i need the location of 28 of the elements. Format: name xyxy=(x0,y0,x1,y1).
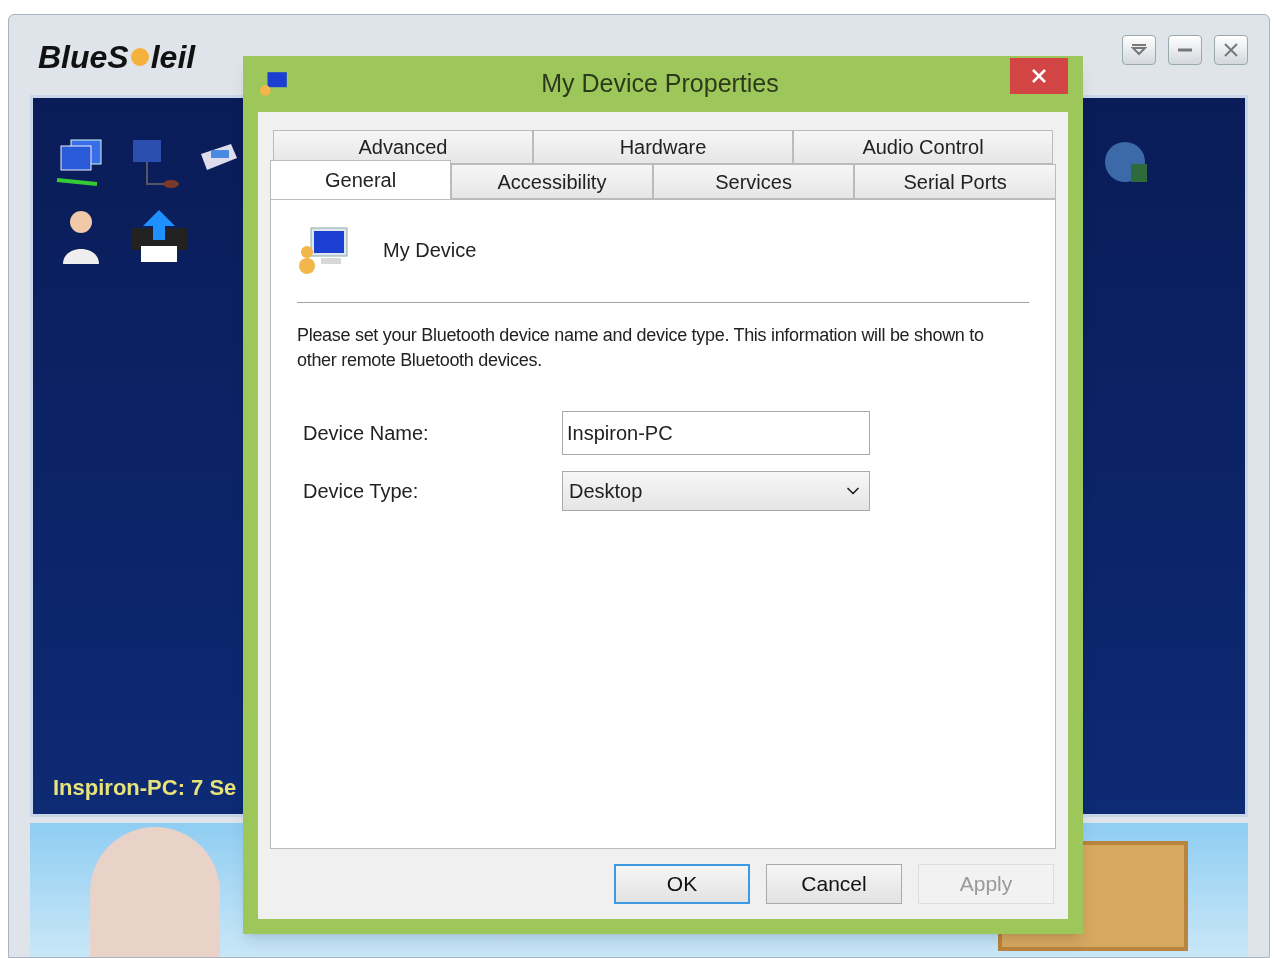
tab[interactable]: Services xyxy=(652,164,855,199)
tab[interactable]: Advanced xyxy=(273,130,533,164)
dropdown-button[interactable] xyxy=(1122,35,1156,65)
device-heading: My Device xyxy=(383,238,477,263)
dialog-button[interactable]: OK xyxy=(614,864,750,904)
tab[interactable]: Hardware xyxy=(533,130,793,164)
dropdown-icon xyxy=(1130,43,1148,57)
dialog-button[interactable]: Cancel xyxy=(766,864,902,904)
status-text: Inspiron-PC: 7 Se xyxy=(53,774,238,802)
close-button[interactable] xyxy=(1214,35,1248,65)
close-button[interactable] xyxy=(1010,58,1068,94)
dialog-title: My Device Properties xyxy=(541,68,779,100)
minimize-icon xyxy=(1176,48,1194,52)
logo-text: leil xyxy=(150,38,196,77)
minimize-button[interactable] xyxy=(1168,35,1202,65)
tab[interactable]: General xyxy=(270,160,452,199)
tab[interactable]: Serial Ports xyxy=(854,164,1056,199)
close-icon xyxy=(1031,68,1047,84)
dropdown[interactable]: Desktop xyxy=(562,471,870,511)
field-label: Device Name: xyxy=(302,421,430,446)
tab[interactable]: Audio Control xyxy=(793,130,1053,164)
tab[interactable]: Accessibility xyxy=(451,164,653,199)
field-label: Device Type: xyxy=(302,479,420,504)
logo-text: BlueS xyxy=(38,38,129,77)
close-icon xyxy=(1222,43,1240,57)
sun-icon xyxy=(128,46,151,68)
description-text: Please set your Bluetooth device name and device type. This information will be shown to other remote Bluetooth devices. xyxy=(297,324,985,372)
input-field[interactable]: Inspiron-PC xyxy=(562,411,870,455)
